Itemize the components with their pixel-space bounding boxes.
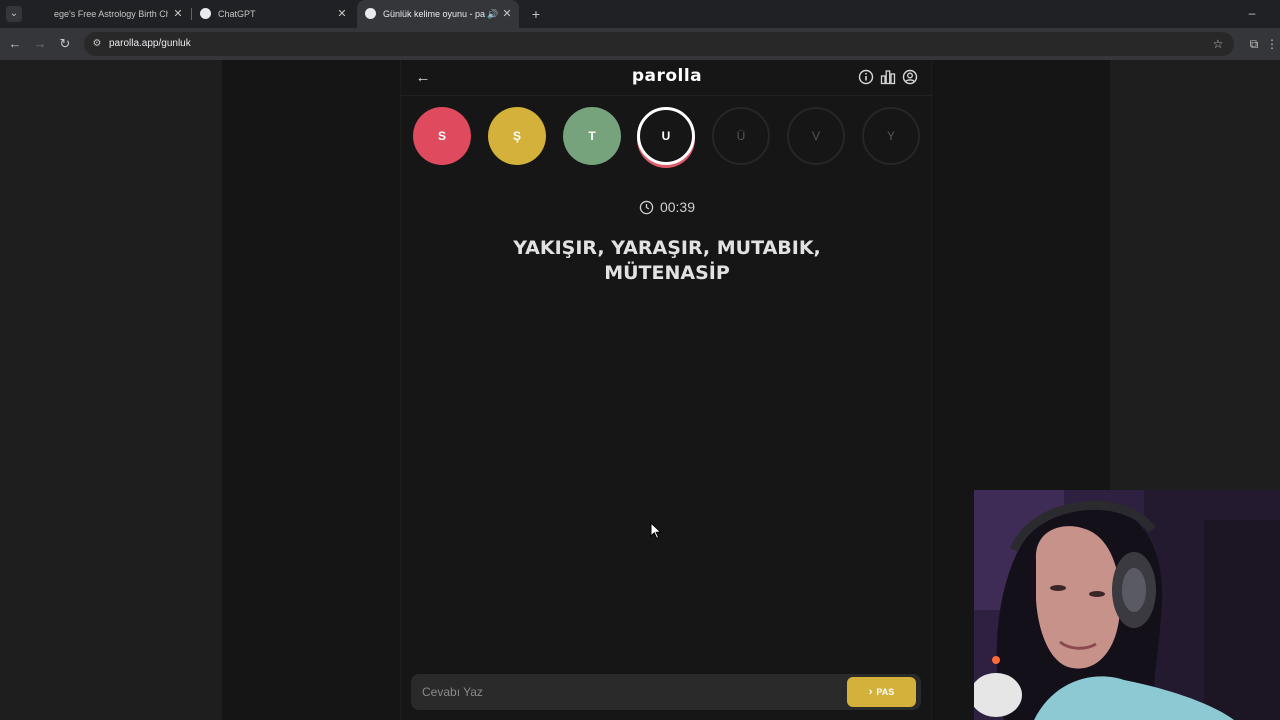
back-arrow-icon[interactable]: ←	[5, 34, 25, 54]
webcam-feed-image	[974, 490, 1280, 720]
game-panel: ← parolla S Ş T U Ü V Y 00:39 YAKIŞIR, Y…	[400, 60, 933, 720]
letter-wheel: S Ş T U Ü V Y	[401, 105, 933, 175]
tab-search-icon[interactable]: ⌄	[6, 6, 22, 22]
extensions-icon[interactable]: ⧉	[1244, 34, 1264, 54]
clue-text: YAKIŞIR, YARAŞIR, MUTABIK, MÜTENASİP	[441, 236, 893, 286]
minimize-icon[interactable]: –	[1242, 4, 1262, 24]
tab-chatgpt[interactable]: ChatGPT ✕	[192, 0, 354, 28]
url-text[interactable]: parolla.app/gunluk	[109, 32, 191, 56]
close-tab-icon[interactable]: ✕	[501, 0, 513, 28]
letter-circle-ue: Ü	[712, 107, 770, 165]
forward-arrow-icon[interactable]: →	[30, 34, 50, 54]
speaker-icon[interactable]: 🔊	[487, 0, 499, 28]
letter-circle-sh: Ş	[488, 107, 546, 165]
letter-circle-u-current: U	[637, 107, 695, 165]
timer: 00:39	[401, 197, 933, 217]
close-tab-icon[interactable]: ✕	[336, 0, 348, 28]
mouse-cursor-icon	[650, 522, 662, 539]
game-header: ← parolla	[401, 60, 933, 96]
letter-circle-s: S	[413, 107, 471, 165]
browser-toolbar: ← → ↻ ⚙ parolla.app/gunluk ☆ ⧉ ⋮	[0, 28, 1280, 60]
pass-label: PAS	[876, 687, 895, 697]
reload-icon[interactable]: ↻	[55, 34, 75, 54]
menu-kebab-icon[interactable]: ⋮	[1266, 34, 1278, 54]
timer-text: 00:39	[659, 199, 696, 215]
address-bar[interactable]: ⚙ parolla.app/gunluk ☆	[84, 32, 1234, 56]
chevron-right-icon: ›	[868, 686, 873, 698]
clock-icon	[639, 200, 654, 215]
app-logo: parolla	[631, 66, 703, 86]
pass-button[interactable]: › PAS	[847, 677, 916, 707]
info-icon[interactable]	[858, 69, 874, 85]
parolla-favicon-icon	[365, 8, 376, 19]
tab-parolla[interactable]: Günlük kelime oyunu - parolla 🔊 ✕	[357, 0, 519, 28]
bookmark-star-icon[interactable]: ☆	[1208, 34, 1228, 54]
close-tab-icon[interactable]: ✕	[172, 0, 184, 28]
astrology-favicon-icon	[36, 8, 47, 19]
browser-tab-bar: ⌄ ege's Free Astrology Birth Chart ✕ Cha…	[0, 0, 1280, 28]
new-tab-icon[interactable]: +	[526, 4, 546, 24]
letter-circle-t: T	[563, 107, 621, 165]
chatgpt-favicon-icon	[200, 8, 211, 19]
site-info-icon[interactable]: ⚙	[90, 37, 104, 51]
answer-bar: ›PAS	[411, 674, 921, 710]
profile-icon[interactable]	[902, 69, 918, 85]
webcam-overlay	[974, 490, 1280, 720]
tab-astrology[interactable]: ege's Free Astrology Birth Chart ✕	[28, 0, 190, 28]
letter-circle-v: V	[787, 107, 845, 165]
clue-line-2: MÜTENASİP	[604, 262, 730, 284]
clue-line-1: YAKIŞIR, YARAŞIR, MUTABIK,	[513, 237, 821, 259]
letter-circle-y: Y	[862, 107, 920, 165]
stats-icon[interactable]	[880, 69, 896, 85]
answer-input[interactable]	[411, 674, 841, 710]
